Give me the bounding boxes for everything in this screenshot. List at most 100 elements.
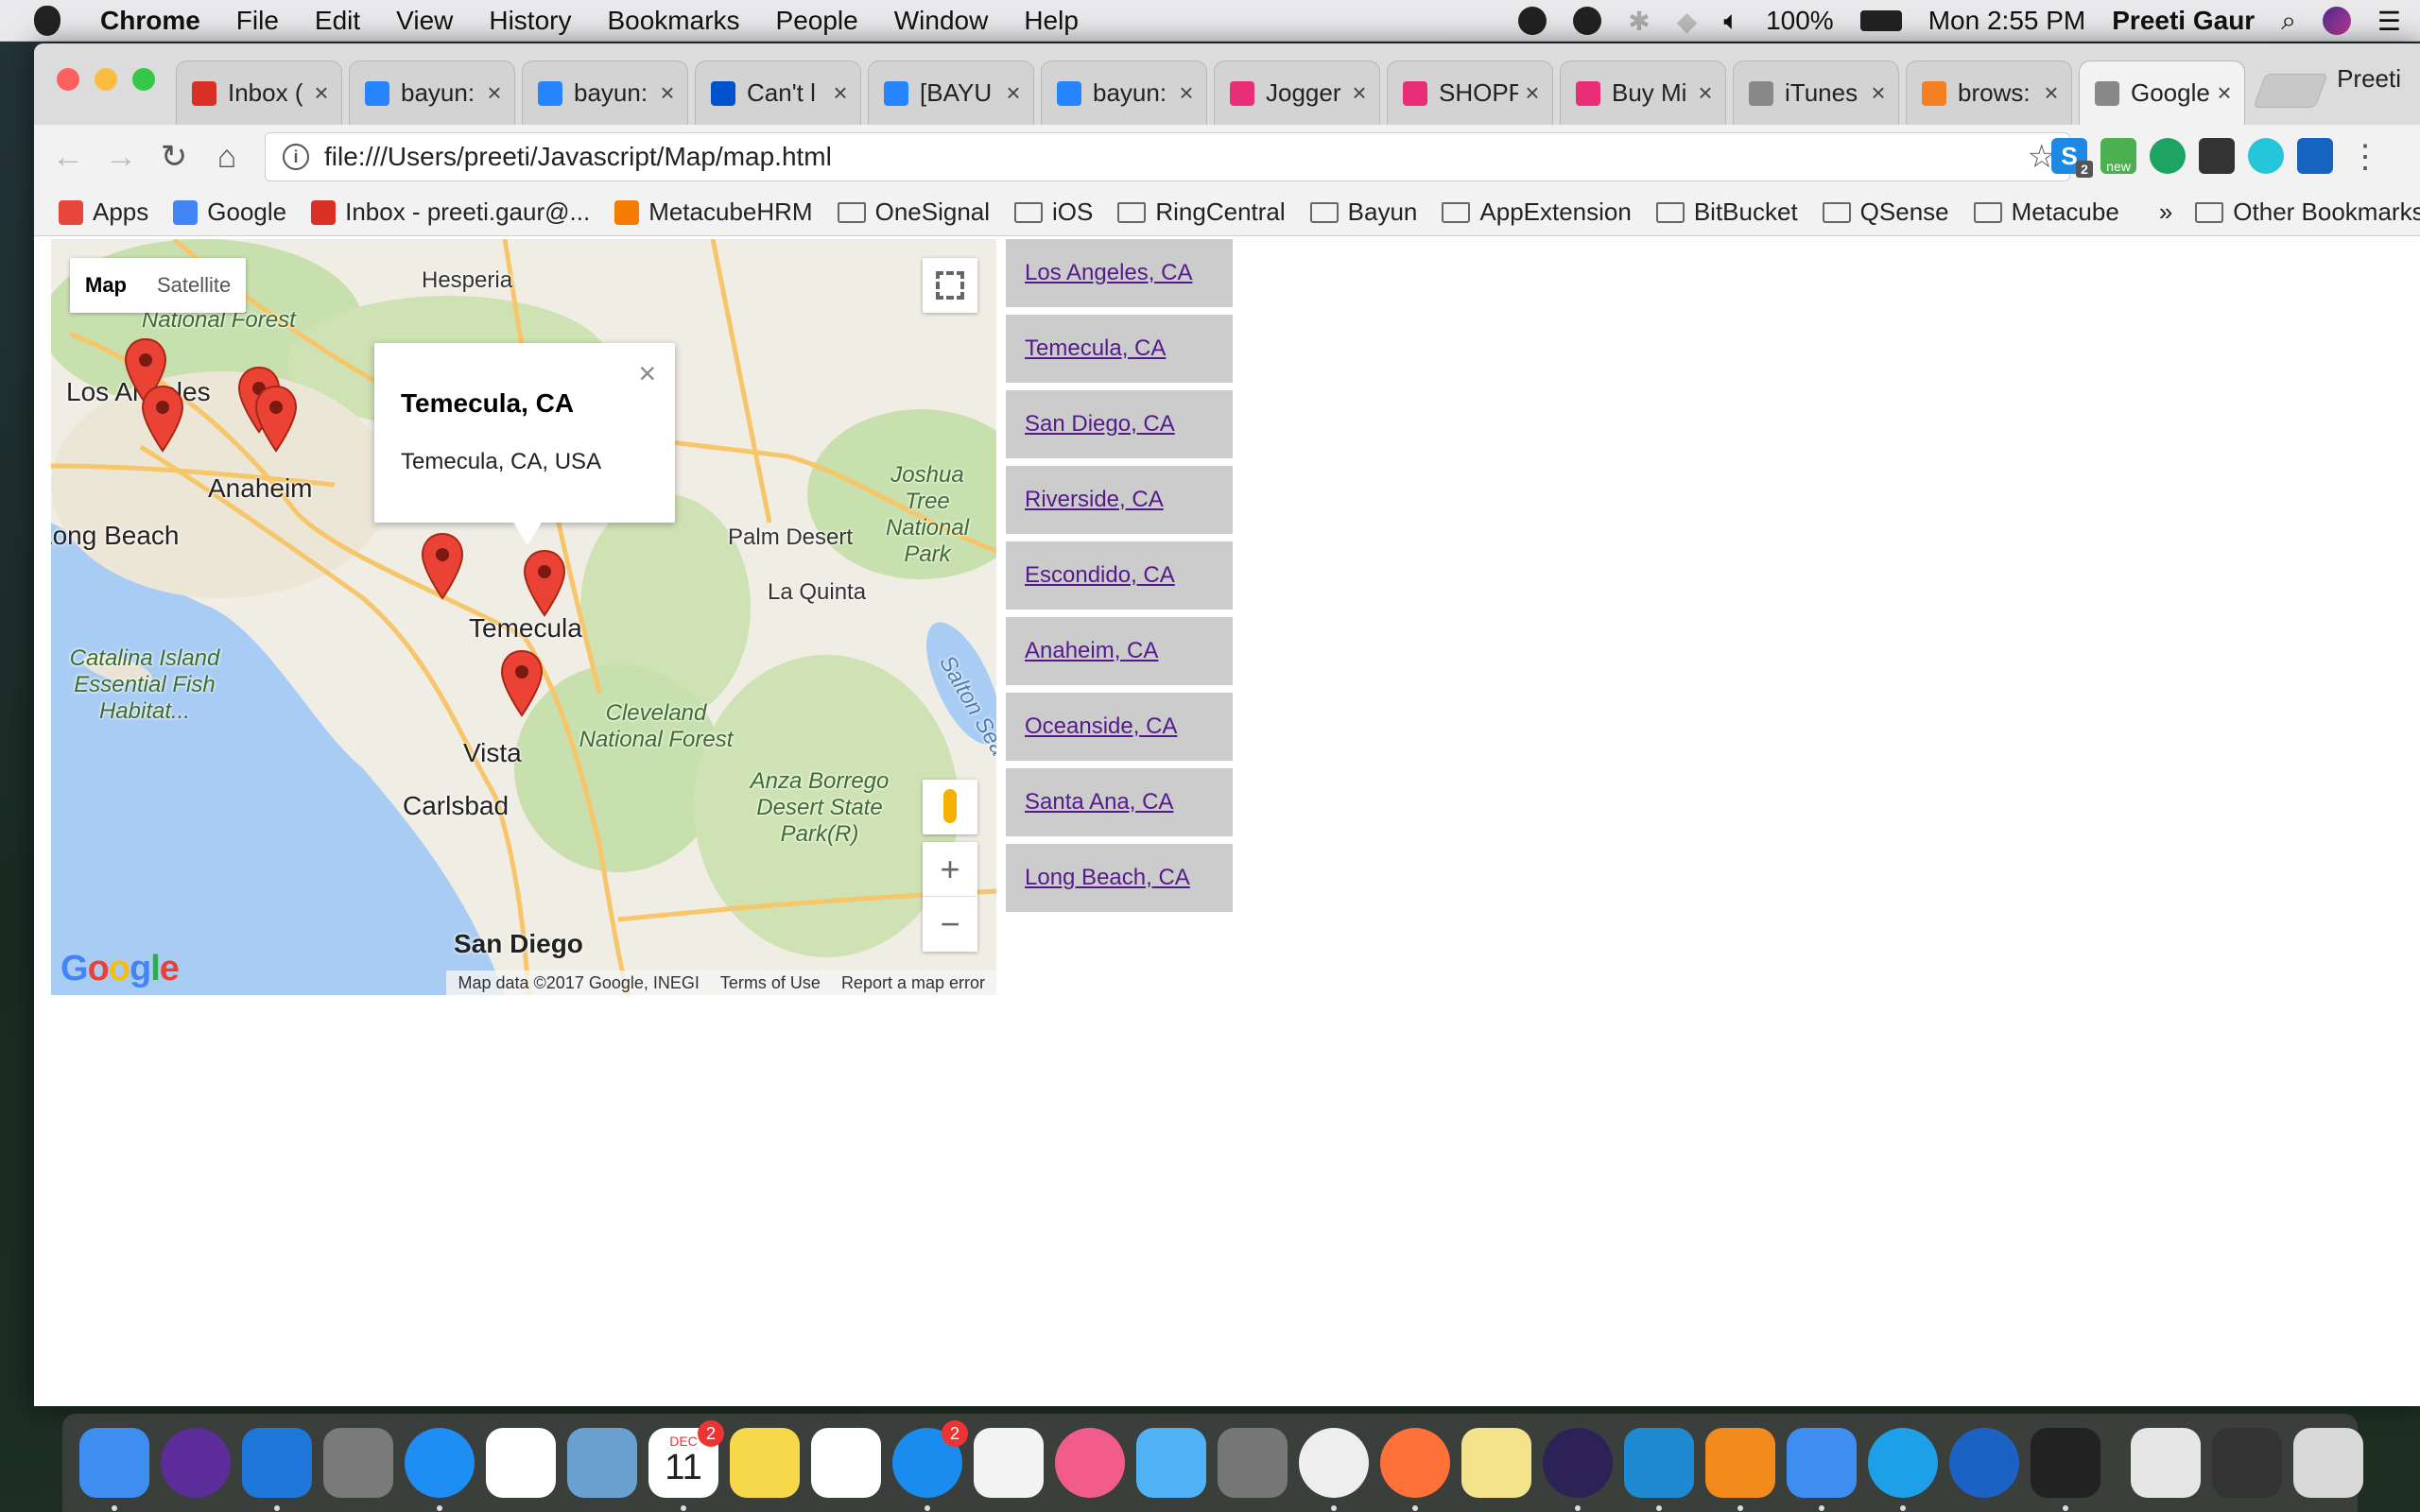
bookmark-item[interactable]: Apps <box>59 198 148 227</box>
battery-percent[interactable]: 100% <box>1766 6 1834 36</box>
bookmark-item[interactable]: QSense <box>1822 198 1949 227</box>
skype-icon[interactable] <box>1868 1428 1938 1511</box>
tab[interactable]: Google × <box>2079 60 2245 125</box>
menu-help[interactable]: Help <box>1024 6 1079 36</box>
battery-icon[interactable] <box>1859 10 1902 31</box>
report-map-error-link[interactable]: Report a map error <box>841 973 985 993</box>
apple-icon[interactable] <box>34 5 60 36</box>
tab-close-icon[interactable]: × <box>826 78 855 108</box>
tab[interactable]: brows: × <box>1906 60 2072 125</box>
location-link[interactable]: Riverside, CA <box>1006 466 1233 534</box>
tab-close-icon[interactable]: × <box>1345 78 1374 108</box>
bookmark-item[interactable]: Inbox - preeti.gaur@... <box>311 198 590 227</box>
location-link[interactable]: Temecula, CA <box>1006 315 1233 383</box>
bookmark-item[interactable]: iOS <box>1014 198 1093 227</box>
preview-icon[interactable] <box>567 1428 637 1498</box>
other-bookmarks[interactable]: Other Bookmarks <box>2195 198 2420 227</box>
location-link[interactable]: Long Beach, CA <box>1006 844 1233 912</box>
m-extension-icon[interactable] <box>2248 138 2284 174</box>
tab[interactable]: Can't l × <box>695 60 861 125</box>
simulator-icon[interactable] <box>1787 1428 1857 1511</box>
safari-icon[interactable] <box>405 1428 475 1511</box>
map-type-satellite-button[interactable]: Satellite <box>142 258 246 313</box>
clock[interactable]: Mon 2:55 PM <box>1928 6 2086 36</box>
location-link[interactable]: Santa Ana, CA <box>1006 768 1233 836</box>
vscode-icon[interactable] <box>1624 1428 1694 1511</box>
map-marker[interactable] <box>253 385 299 453</box>
tab[interactable]: Jogger × <box>1214 60 1380 125</box>
tab[interactable]: SHOPP × <box>1387 60 1553 125</box>
terminal-icon[interactable] <box>2031 1428 2100 1511</box>
zoom-out-button[interactable]: − <box>923 897 977 952</box>
bookmark-item[interactable]: RingCentral <box>1117 198 1286 227</box>
map-marker[interactable] <box>499 649 544 717</box>
messages-icon[interactable] <box>1136 1428 1206 1498</box>
tab[interactable]: bayun: × <box>522 60 688 125</box>
menu-view[interactable]: View <box>396 6 453 36</box>
menu-history[interactable]: History <box>489 6 571 36</box>
bookmark-item[interactable]: BitBucket <box>1655 198 1798 227</box>
zoom-in-button[interactable]: + <box>923 842 977 897</box>
tab-close-icon[interactable]: × <box>1172 78 1201 108</box>
info-window-close-button[interactable]: × <box>638 356 656 391</box>
bookmark-item[interactable]: OneSignal <box>837 198 990 227</box>
volume-icon[interactable]: 🔈︎ <box>1723 6 1739 37</box>
home-button[interactable]: ⌂ <box>208 138 246 176</box>
map-type-map-button[interactable]: Map <box>70 258 142 313</box>
siri-icon[interactable] <box>2322 7 2351 35</box>
tab[interactable]: bayun: × <box>349 60 515 125</box>
bluetooth-icon[interactable]: ✱ <box>1628 6 1650 37</box>
google-logo[interactable]: Google <box>60 949 180 989</box>
tab-close-icon[interactable]: × <box>1518 78 1547 108</box>
new-tab-button[interactable] <box>2253 74 2328 108</box>
chrome-icon[interactable] <box>1299 1428 1369 1511</box>
tab[interactable]: bayun: × <box>1041 60 1207 125</box>
location-link[interactable]: Los Angeles, CA <box>1006 239 1233 307</box>
back-button[interactable]: ← <box>49 138 87 176</box>
address-bar[interactable]: i file:///Users/preeti/Javascript/Map/ma… <box>265 132 2070 181</box>
bookmark-item[interactable]: AppExtension <box>1442 198 1632 227</box>
map-marker[interactable] <box>140 385 185 453</box>
profile-label[interactable]: Preeti <box>2337 64 2401 94</box>
chrome-menu-icon[interactable]: ⋮ <box>2346 138 2384 176</box>
firefox-icon[interactable] <box>1380 1428 1450 1511</box>
menu-app-name[interactable]: Chrome <box>100 6 200 36</box>
info-icon[interactable]: i <box>283 144 309 170</box>
location-link[interactable]: Oceanside, CA <box>1006 693 1233 761</box>
map-marker[interactable] <box>420 532 465 600</box>
tab-close-icon[interactable]: × <box>2037 78 2066 108</box>
google-map[interactable]: Hesperia Los Angeles National Forest Ana… <box>51 239 996 995</box>
stickies-icon[interactable] <box>1461 1428 1531 1498</box>
location-link[interactable]: Escondido, CA <box>1006 541 1233 610</box>
bookmark-item[interactable]: Metacube <box>1973 198 2119 227</box>
location-link[interactable]: San Diego, CA <box>1006 390 1233 458</box>
menu-edit[interactable]: Edit <box>315 6 360 36</box>
dark-extension-icon[interactable] <box>2199 138 2235 174</box>
finder-icon[interactable] <box>79 1428 149 1511</box>
tab[interactable]: Buy Mi × <box>1560 60 1726 125</box>
menu-bookmarks[interactable]: Bookmarks <box>607 6 739 36</box>
notification-center-icon[interactable]: ☰ <box>2377 6 2401 37</box>
menu-file[interactable]: File <box>236 6 279 36</box>
tab[interactable]: [BAYU × <box>868 60 1034 125</box>
bookmark-item[interactable]: MetacubeHRM <box>614 198 813 227</box>
eclipse-icon[interactable] <box>1543 1428 1613 1511</box>
skype-status-icon[interactable] <box>1573 7 1602 35</box>
street-view-pegman[interactable] <box>923 780 977 834</box>
wifi-icon[interactable]: ◆ <box>1677 6 1698 37</box>
tab-close-icon[interactable]: × <box>1864 78 1893 108</box>
vlc-icon[interactable] <box>1705 1428 1775 1511</box>
minimize-window-button[interactable] <box>95 68 117 91</box>
system-preferences-icon[interactable] <box>1218 1428 1288 1498</box>
reminders-icon[interactable] <box>811 1428 881 1498</box>
tab-close-icon[interactable]: × <box>999 78 1028 108</box>
close-window-button[interactable] <box>57 68 79 91</box>
menu-window[interactable]: Window <box>894 6 989 36</box>
terms-of-use-link[interactable]: Terms of Use <box>720 973 821 993</box>
tab-close-icon[interactable]: × <box>653 78 682 108</box>
siri-icon[interactable] <box>161 1428 231 1498</box>
notes-icon[interactable] <box>730 1428 800 1498</box>
calendar-icon[interactable]: DEC 11 2 <box>648 1420 724 1511</box>
terminal-window-icon[interactable] <box>2212 1428 2282 1498</box>
status-app-icon[interactable] <box>1518 7 1547 35</box>
